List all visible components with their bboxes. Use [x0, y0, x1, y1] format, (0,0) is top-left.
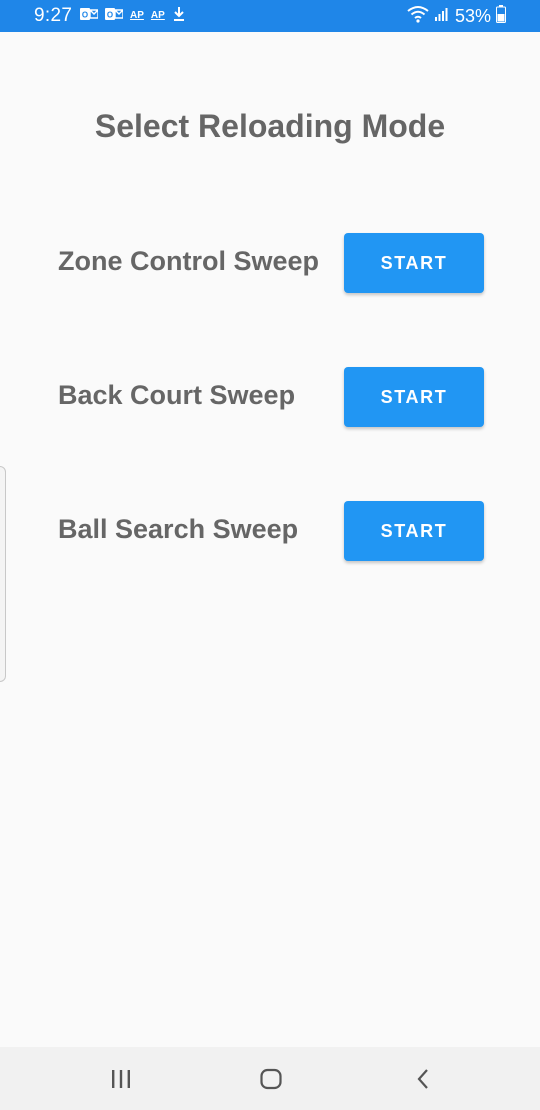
ap-icon: AP: [130, 10, 144, 21]
mode-label: Zone Control Sweep: [58, 246, 320, 276]
mode-row-back-court: Back Court Sweep START: [0, 367, 540, 427]
mode-row-ball-search: Ball Search Sweep START: [0, 501, 540, 561]
status-bar: 9:27 O O AP AP 53%: [0, 0, 540, 32]
mode-row-zone-control: Zone Control Sweep START: [0, 233, 540, 293]
outlook-icon: O: [80, 7, 99, 26]
notification-icons: O O AP AP: [80, 6, 186, 27]
wifi-icon: [407, 5, 429, 28]
navigation-bar: [0, 1047, 540, 1110]
svg-text:O: O: [82, 10, 88, 19]
system-status-icons: 53%: [407, 4, 506, 28]
home-icon[interactable]: [251, 1063, 291, 1095]
start-back-court-button[interactable]: START: [344, 367, 484, 427]
start-zone-control-button[interactable]: START: [344, 233, 484, 293]
status-time: 9:27: [34, 5, 73, 26]
recent-apps-icon[interactable]: [101, 1063, 141, 1095]
outlook-icon: O: [105, 7, 124, 26]
app-screen: 9:27 O O AP AP 53% Select Reloading Mode…: [0, 0, 540, 1110]
battery-icon: [496, 4, 506, 28]
mode-label: Back Court Sweep: [58, 380, 296, 410]
download-icon: [172, 6, 186, 27]
mode-label: Ball Search Sweep: [58, 514, 299, 544]
start-ball-search-button[interactable]: START: [344, 501, 484, 561]
signal-icon: [434, 6, 450, 27]
svg-text:O: O: [107, 10, 113, 19]
back-icon[interactable]: [403, 1063, 443, 1095]
ap-icon: AP: [150, 10, 165, 21]
page-title: Select Reloading Mode: [94, 108, 446, 144]
battery-percent: 53%: [454, 5, 491, 26]
edge-panel-handle[interactable]: [0, 466, 6, 682]
